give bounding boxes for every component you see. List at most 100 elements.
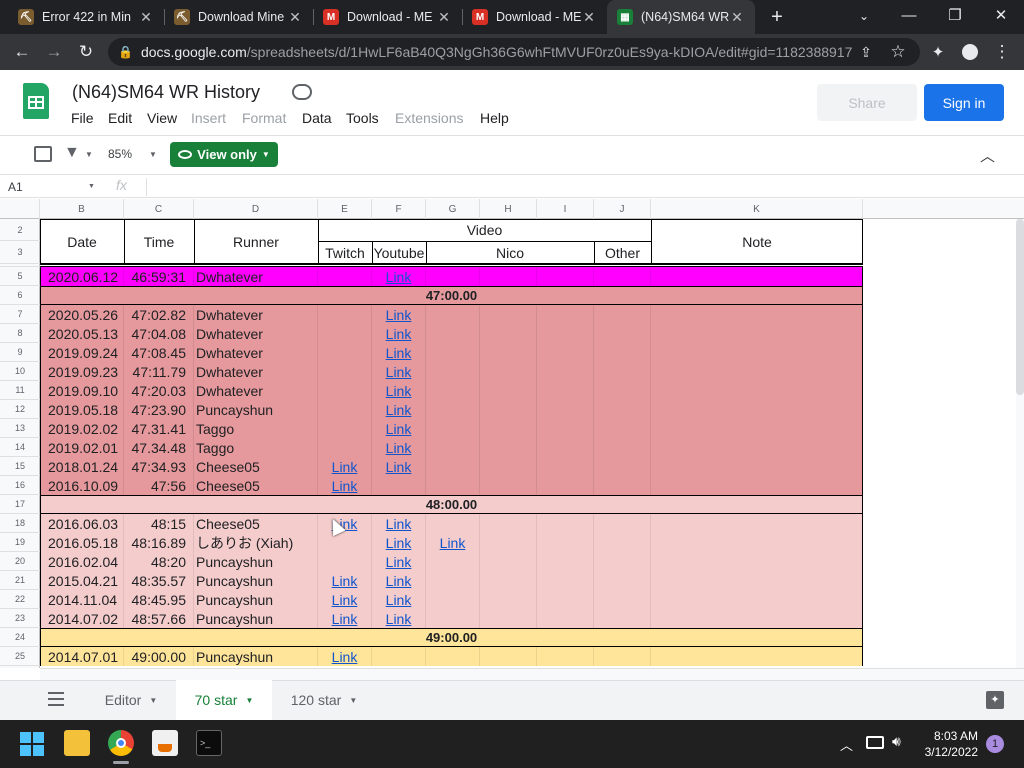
clock-time[interactable]: 8:03 AM [924,729,978,743]
cell-runner[interactable]: Dwhatever [194,267,318,286]
print-icon[interactable] [34,146,52,162]
twitch-link[interactable] [318,438,372,457]
cell-note[interactable] [651,324,863,343]
cell-date[interactable]: 2018.01.24 [40,457,124,476]
cell-time[interactable]: 47:02.82 [124,305,194,324]
menu-extensions[interactable]: Extensions [395,110,463,126]
cell-note[interactable] [651,419,863,438]
nico-link[interactable] [426,457,480,476]
cell-time[interactable]: 47:20.03 [124,381,194,400]
table-row[interactable]: 2015.04.21 48:35.57 Puncayshun Link Link [40,571,863,590]
empty-cell[interactable] [594,305,651,324]
menu-data[interactable]: Data [302,110,332,126]
nico-link[interactable] [426,590,480,609]
minimize-button[interactable]: — [886,0,932,30]
youtube-link[interactable] [372,647,426,666]
menu-format[interactable]: Format [242,110,286,126]
empty-cell[interactable] [537,647,594,666]
empty-cell[interactable] [594,552,651,571]
column-header-h[interactable]: H [480,199,537,219]
document-title[interactable]: (N64)SM64 WR History [72,82,260,103]
cell-time[interactable]: 48:57.66 [124,609,194,628]
cell-time[interactable]: 48:16.89 [124,533,194,552]
header-runner[interactable]: Runner [194,219,318,264]
empty-cell[interactable] [537,419,594,438]
empty-cell[interactable] [537,400,594,419]
row-header[interactable]: 13 [0,419,40,438]
cell-time[interactable]: 49:00.00 [124,647,194,666]
browser-tab[interactable]: M Download - ME ✕ [462,0,607,34]
cell-runner[interactable]: Puncayshun [194,571,318,590]
empty-cell[interactable] [594,609,651,628]
sheet-tab-dropdown-icon[interactable]: ▼ [245,696,253,705]
start-windows-icon[interactable] [20,732,44,756]
empty-cell[interactable] [480,438,537,457]
table-row[interactable]: 2019.09.23 47:11.79 Dwhatever Link [40,362,863,381]
empty-cell[interactable] [594,476,651,495]
cell-runner[interactable]: Taggo [194,438,318,457]
youtube-link[interactable]: Link [372,552,426,571]
table-row[interactable]: 2018.01.24 47:34.93 Cheese05 Link Link [40,457,863,476]
twitch-link[interactable] [318,343,372,362]
browser-tab[interactable]: ⛏ Download Mine ✕ [164,0,313,34]
restore-button[interactable]: ❐ [932,0,978,30]
extensions-icon[interactable]: ✦ [926,40,950,64]
empty-cell[interactable] [480,324,537,343]
empty-cell[interactable] [594,571,651,590]
empty-cell[interactable] [537,552,594,571]
column-header-d[interactable]: D [194,199,318,219]
vertical-scrollbar[interactable] [1016,219,1024,668]
table-row[interactable]: 2019.09.24 47:08.45 Dwhatever Link [40,343,863,362]
cell-time[interactable]: 47.31.41 [124,419,194,438]
cell-note[interactable] [651,514,863,533]
cell-note[interactable] [651,343,863,362]
empty-cell[interactable] [480,400,537,419]
back-icon[interactable]: ← [10,40,34,64]
cell-date[interactable]: 2014.11.04 [40,590,124,609]
nico-link[interactable]: Link [426,533,480,552]
cell-date[interactable]: 2020.05.13 [40,324,124,343]
row-header[interactable]: 15 [0,457,40,476]
table-row[interactable]: 2019.02.01 47.34.48 Taggo Link [40,438,863,457]
empty-cell[interactable] [537,590,594,609]
empty-cell[interactable] [480,419,537,438]
cell-time[interactable]: 47:08.45 [124,343,194,362]
cell-date[interactable]: 2019.09.23 [40,362,124,381]
cell-date[interactable]: 2019.02.01 [40,438,124,457]
cell-note[interactable] [651,476,863,495]
header-twitch[interactable]: Twitch [318,241,372,264]
youtube-link[interactable]: Link [372,267,426,286]
header-date[interactable]: Date [40,219,124,264]
tab-close-icon[interactable]: ✕ [581,9,597,26]
header-note[interactable]: Note [651,219,863,264]
cell-note[interactable] [651,381,863,400]
nico-link[interactable] [426,647,480,666]
row-header[interactable]: 12 [0,400,40,419]
empty-cell[interactable] [480,647,537,666]
table-row[interactable]: 2019.09.10 47:20.03 Dwhatever Link [40,381,863,400]
spreadsheet-grid[interactable]: Date Time Runner Video Twitch Youtube Nico Othe… [40,219,1016,668]
browser-tab[interactable]: ▦ (N64)SM64 WR ✕ [607,0,755,34]
nico-link[interactable] [426,438,480,457]
sheet-tab[interactable]: Editor ▼ [86,680,176,720]
youtube-link[interactable]: Link [372,305,426,324]
cell-time[interactable]: 47:11.79 [124,362,194,381]
cell-note[interactable] [651,400,863,419]
cell-note[interactable] [651,609,863,628]
row-header[interactable]: 14 [0,438,40,457]
nico-link[interactable] [426,362,480,381]
sheet-tab-dropdown-icon[interactable]: ▼ [349,696,357,705]
network-icon[interactable] [866,736,884,749]
twitch-link[interactable]: Link [318,609,372,628]
cell-time[interactable]: 48:35.57 [124,571,194,590]
empty-cell[interactable] [594,343,651,362]
sheet-tab[interactable]: 120 star ▼ [276,680,372,720]
cell-runner[interactable]: Dwhatever [194,343,318,362]
cell-note[interactable] [651,552,863,571]
cell-note[interactable] [651,590,863,609]
cell-date[interactable]: 2016.05.18 [40,533,124,552]
cell-date[interactable]: 2014.07.02 [40,609,124,628]
filter-icon[interactable]: ▼ [64,144,80,162]
browser-tab[interactable]: ⛏ Error 422 in Min ✕ [8,0,164,34]
column-header-k[interactable]: K [651,199,863,219]
